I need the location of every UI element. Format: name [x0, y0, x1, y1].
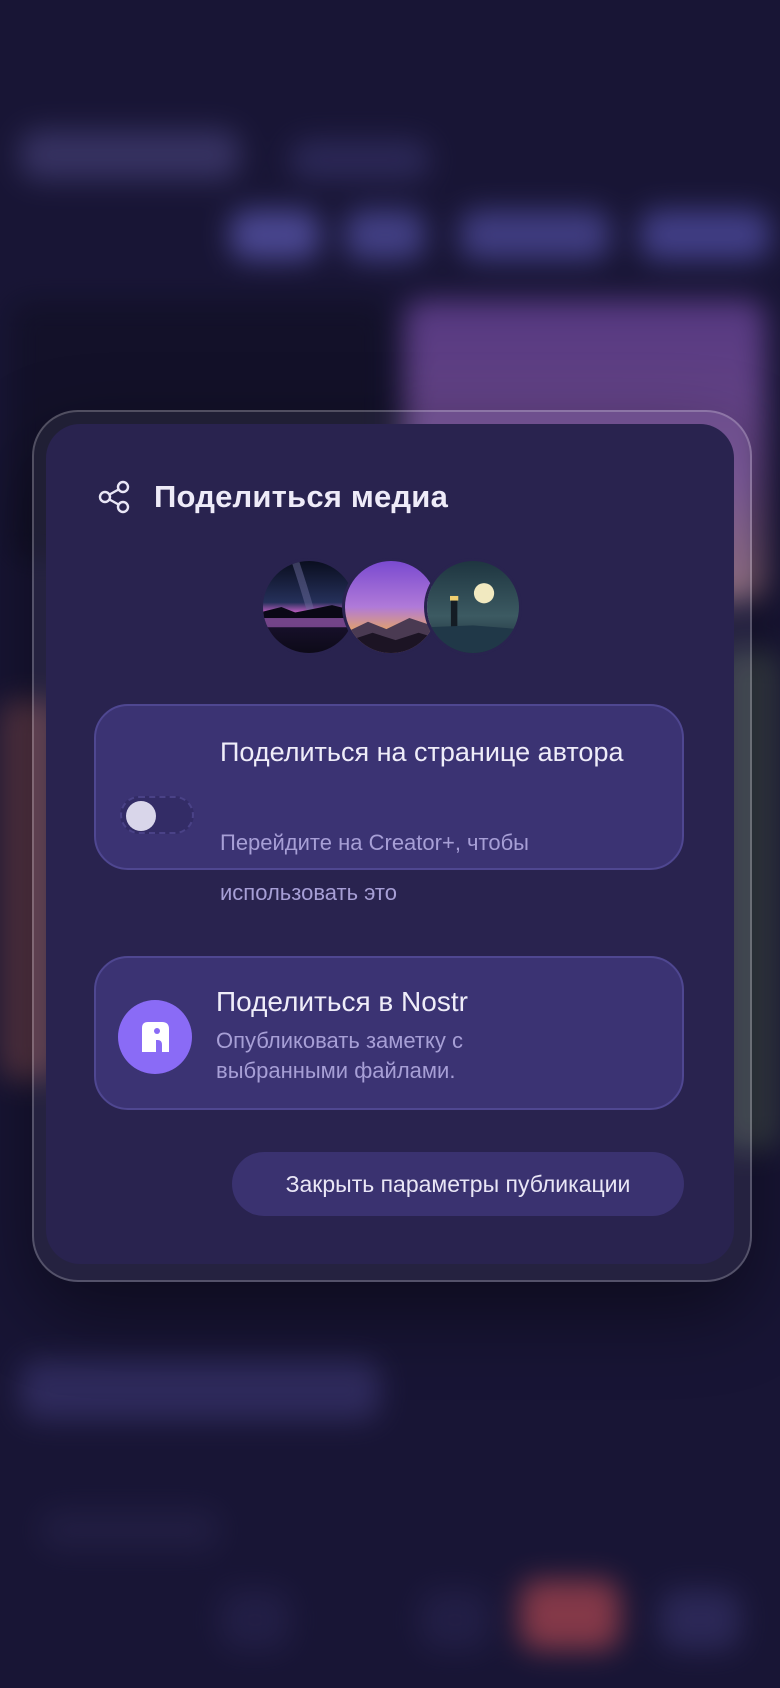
selected-media-thumbnails — [260, 558, 522, 658]
share-nostr-description: Опубликовать заметку с выбранными файлам… — [216, 1028, 463, 1083]
lighthouse-moon-thumbnail — [424, 558, 522, 656]
share-nostr-title: Поделиться в Nostr — [216, 986, 468, 1017]
toggle-knob — [126, 801, 156, 831]
share-author-page-toggle[interactable] — [120, 796, 194, 834]
nostr-logo-icon — [118, 1000, 192, 1074]
modal-title: Поделиться медиа — [154, 479, 449, 514]
share-author-page-option: Поделиться на странице автора Перейдите … — [94, 704, 684, 905]
creator-plus-upgrade-note: Перейдите на Creator+, чтобы использоват… — [220, 830, 529, 905]
share-nostr-option[interactable]: Поделиться в Nostr Опубликовать заметку … — [94, 956, 684, 1110]
share-author-page-title: Поделиться на странице автора — [220, 737, 624, 767]
modal-header: Поделиться медиа — [96, 479, 448, 515]
close-publish-options-button[interactable]: Закрыть параметры публикации — [232, 1152, 684, 1216]
share-media-modal: Поделиться медиа Поделиться на странице … — [46, 424, 734, 1264]
share-icon — [98, 480, 130, 514]
